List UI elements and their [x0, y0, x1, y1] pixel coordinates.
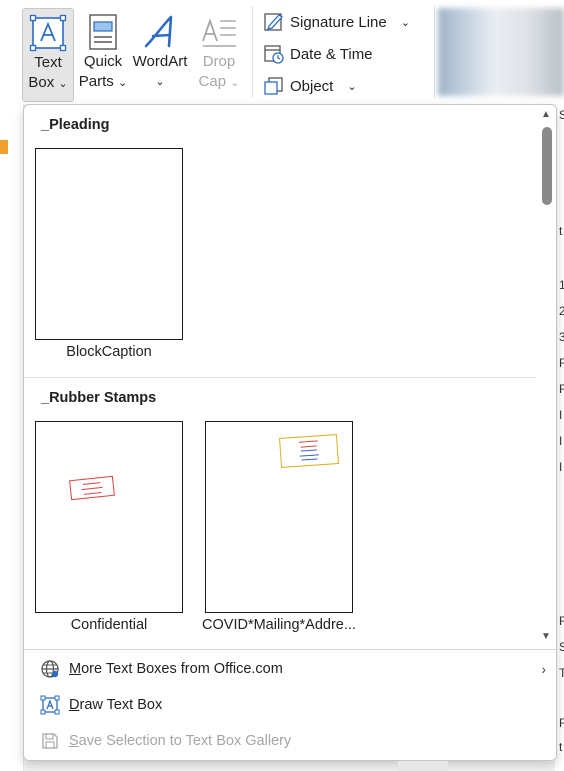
- ruler-marker-icon: [0, 140, 8, 154]
- doc-letter: 1: [559, 278, 564, 292]
- ribbon: Text Box ⌄ Quick Parts ⌄ WordArt ⌄ Drop …: [0, 0, 564, 104]
- globe-icon: [37, 658, 63, 680]
- drop-cap-label-1: Drop: [202, 53, 236, 70]
- confidential-stamp-image: ▬▬▬▬▬ ▬▬▬▬▬▬ ▬▬▬▬▬: [69, 475, 115, 501]
- text-box-label-2: Box ⌄: [28, 74, 68, 91]
- object-label: Object: [290, 77, 334, 95]
- object-icon: [262, 75, 286, 97]
- chevron-down-icon: ⌄: [58, 78, 68, 90]
- doc-letter: T: [559, 666, 564, 680]
- scroll-down-arrow-icon[interactable]: ▼: [541, 631, 551, 642]
- doc-letter: 3: [559, 330, 564, 344]
- section-heading-pleading: _Pleading: [41, 117, 110, 133]
- doc-letter: I: [559, 434, 563, 448]
- drop-cap-label-2: Cap ⌄: [198, 73, 240, 90]
- blurred-ribbon-region: [438, 8, 564, 96]
- signature-line-label: Signature Line: [290, 13, 387, 31]
- save-icon: [37, 730, 63, 752]
- signature-line-icon: [262, 11, 286, 33]
- gallery-item-covid-mailing[interactable]: ▬▬▬▬▬▬ ▬▬▬▬▬ ▬▬▬▬▬ ▬▬▬▬▬▬ ▬▬▬▬▬: [205, 421, 353, 613]
- drop-cap-button[interactable]: Drop Cap ⌄: [194, 8, 244, 102]
- doc-letter: I: [559, 460, 563, 474]
- scroll-up-arrow-icon[interactable]: ▲: [541, 109, 551, 120]
- text-box-label-1: Text: [34, 54, 62, 71]
- doc-letter: S: [559, 108, 564, 122]
- wordart-label: WordArt: [132, 53, 188, 70]
- doc-letter: t: [559, 224, 563, 238]
- doc-letter: F: [559, 356, 564, 370]
- chevron-down-icon: ⌄: [155, 76, 165, 88]
- gallery-caption: Confidential: [70, 617, 148, 633]
- section-divider: [24, 377, 536, 378]
- save-selection-item[interactable]: Save Selection to Text Box Gallery: [24, 724, 556, 758]
- gallery-item-blockcaption[interactable]: [35, 148, 183, 340]
- gallery-item-confidential[interactable]: ▬▬▬▬▬ ▬▬▬▬▬▬ ▬▬▬▬▬: [35, 421, 183, 613]
- more-text-boxes-label: More Text Boxes from Office.com: [69, 661, 283, 677]
- draw-text-box-icon: [37, 694, 63, 716]
- draw-text-box-label: Draw Text Box: [69, 697, 163, 713]
- wordart-button[interactable]: WordArt ⌄: [130, 8, 190, 102]
- doc-letter: F: [559, 716, 564, 730]
- menu-divider: [24, 649, 556, 650]
- doc-letter: F: [559, 382, 564, 396]
- quick-parts-label-2: Parts ⌄: [78, 73, 128, 90]
- ribbon-separator: [434, 6, 435, 98]
- document-left-margin: [0, 104, 24, 771]
- calendar-clock-icon: [262, 43, 286, 65]
- quick-parts-label-1: Quick: [83, 53, 123, 70]
- chevron-down-icon: ⌄: [117, 77, 128, 89]
- text-box-gallery: _Pleading BlockCaption _Rubber Stamps ▬▬…: [24, 105, 536, 649]
- chevron-right-icon: ›: [541, 661, 546, 677]
- signature-line-button[interactable]: Signature Line ⌄: [262, 10, 410, 34]
- save-selection-label: Save Selection to Text Box Gallery: [69, 733, 292, 749]
- object-button[interactable]: Object ⌄: [262, 74, 357, 98]
- doc-letter: F: [559, 614, 564, 628]
- section-heading-rubber-stamps: _Rubber Stamps: [41, 390, 157, 406]
- date-time-button[interactable]: Date & Time: [262, 42, 373, 66]
- doc-letter: I: [559, 408, 563, 422]
- quick-parts-icon: [83, 12, 123, 52]
- more-text-boxes-item[interactable]: More Text Boxes from Office.com ›: [24, 652, 556, 686]
- drop-cap-icon: [199, 12, 239, 52]
- chevron-down-icon: ⌄: [230, 77, 240, 89]
- gallery-caption: BlockCaption: [66, 344, 152, 360]
- text-box-dropdown: _Pleading BlockCaption _Rubber Stamps ▬▬…: [23, 104, 557, 761]
- date-time-label: Date & Time: [290, 45, 373, 63]
- text-box-button[interactable]: Text Box ⌄: [22, 8, 74, 102]
- doc-letter: S: [559, 640, 564, 654]
- gallery-caption: COVID*Mailing*Addre...: [202, 617, 356, 633]
- doc-letter: t: [559, 740, 563, 754]
- text-box-icon: [28, 13, 68, 53]
- doc-letter: 2: [559, 304, 564, 318]
- gallery-scrollbar[interactable]: ▲ ▼: [536, 105, 556, 649]
- scrollbar-thumb[interactable]: [542, 127, 552, 205]
- mailing-stamp-image: ▬▬▬▬▬▬ ▬▬▬▬▬ ▬▬▬▬▬ ▬▬▬▬▬▬ ▬▬▬▬▬: [279, 434, 339, 468]
- draw-text-box-item[interactable]: Draw Text Box: [24, 688, 556, 722]
- status-bar-fragment: [398, 761, 448, 771]
- chevron-down-icon: ⌄: [400, 16, 410, 29]
- chevron-down-icon: ⌄: [347, 80, 357, 93]
- wordart-icon: [140, 12, 180, 52]
- quick-parts-button[interactable]: Quick Parts ⌄: [78, 8, 128, 102]
- ribbon-separator: [252, 6, 253, 98]
